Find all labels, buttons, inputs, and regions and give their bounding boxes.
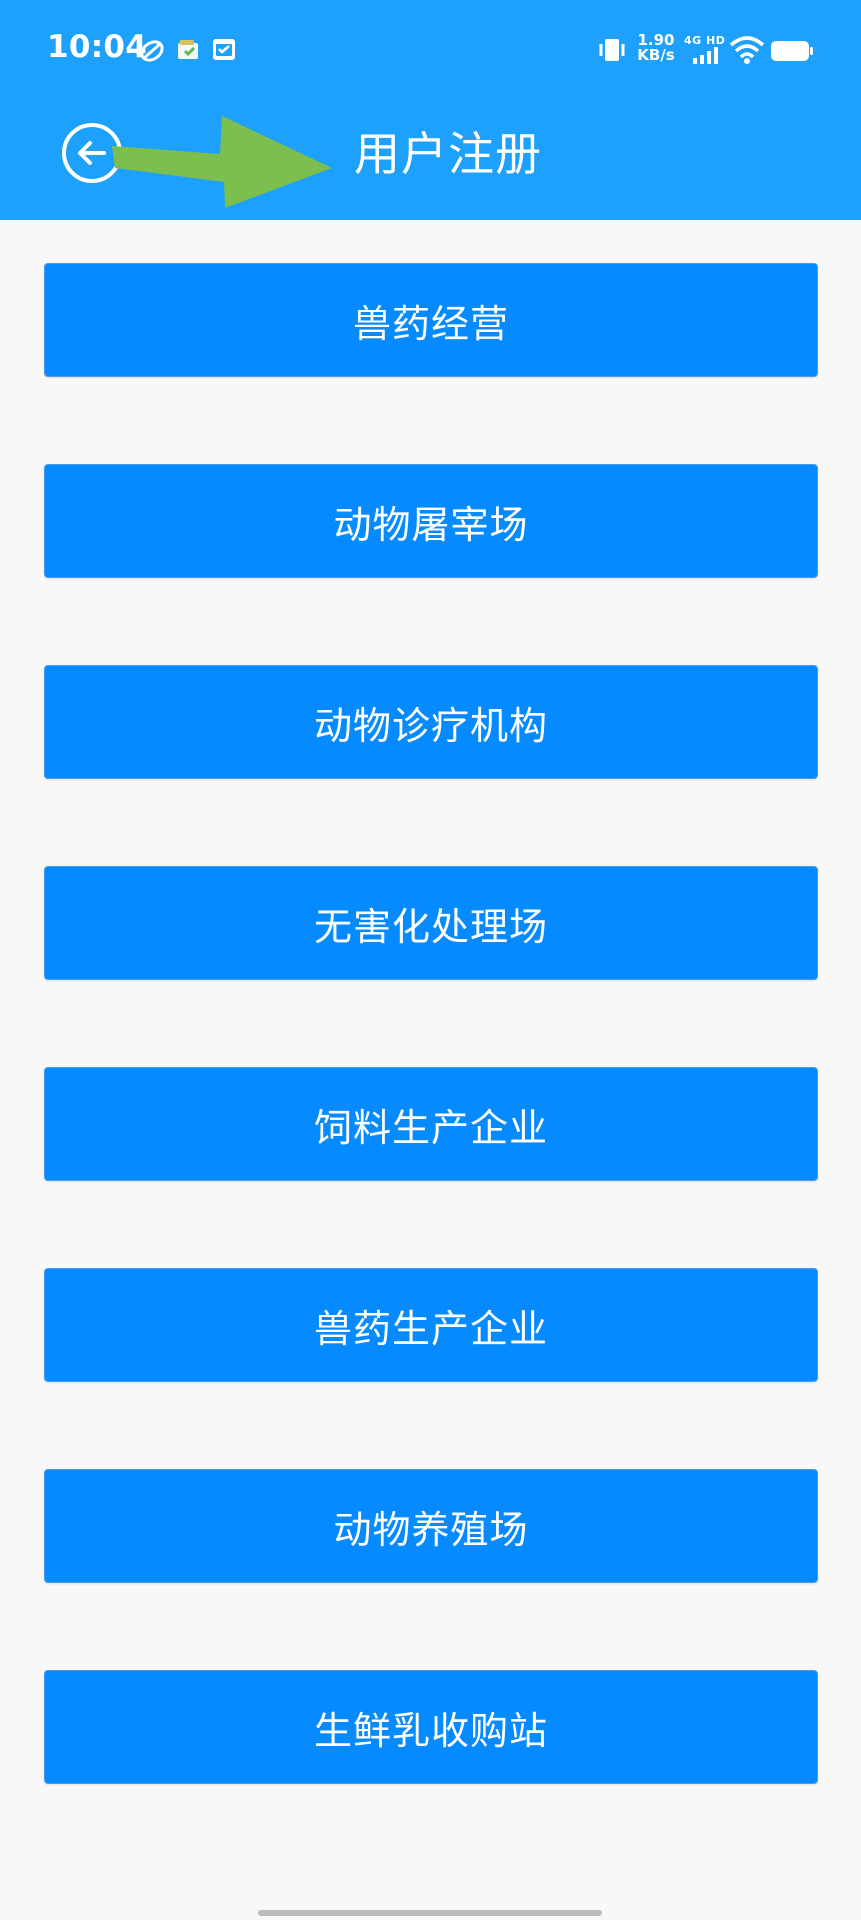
status-bar: 10:04 1.90 KB/s 4G HD <box>0 0 861 100</box>
register-feed-producer-button[interactable]: 饲料生产企业 <box>44 1067 818 1181</box>
green-arrow-annotation <box>112 116 332 208</box>
register-animal-farm-button[interactable]: 动物养殖场 <box>44 1469 818 1583</box>
vibrate-icon <box>599 39 625 61</box>
app-header: 10:04 1.90 KB/s 4G HD 用户注册 <box>0 0 861 220</box>
battery-icon <box>771 41 813 61</box>
register-animal-clinic-button[interactable]: 动物诊疗机构 <box>44 665 818 779</box>
calendar-icon <box>213 39 235 60</box>
back-arrow-icon <box>78 141 106 165</box>
register-veterinary-drug-business-button[interactable]: 兽药经营 <box>44 263 818 377</box>
signal-icon <box>693 47 718 64</box>
sync-icon <box>140 40 164 62</box>
page-title: 用户注册 <box>354 127 542 181</box>
wifi-icon <box>729 36 765 64</box>
network-speed-unit: KB/s <box>637 46 675 64</box>
status-time: 10:04 <box>47 29 148 65</box>
register-raw-milk-station-button[interactable]: 生鲜乳收购站 <box>44 1670 818 1784</box>
gesture-navigation-bar[interactable] <box>258 1910 602 1916</box>
wallet-icon <box>178 40 198 59</box>
register-disposal-plant-button[interactable]: 无害化处理场 <box>44 866 818 980</box>
register-veterinary-drug-producer-button[interactable]: 兽药生产企业 <box>44 1268 818 1382</box>
register-slaughterhouse-button[interactable]: 动物屠宰场 <box>44 464 818 578</box>
registration-options-list: 兽药经营 动物屠宰场 动物诊疗机构 无害化处理场 饲料生产企业 兽药生产企业 动… <box>44 263 818 1871</box>
network-speed: 1.90 KB/s <box>637 33 675 63</box>
